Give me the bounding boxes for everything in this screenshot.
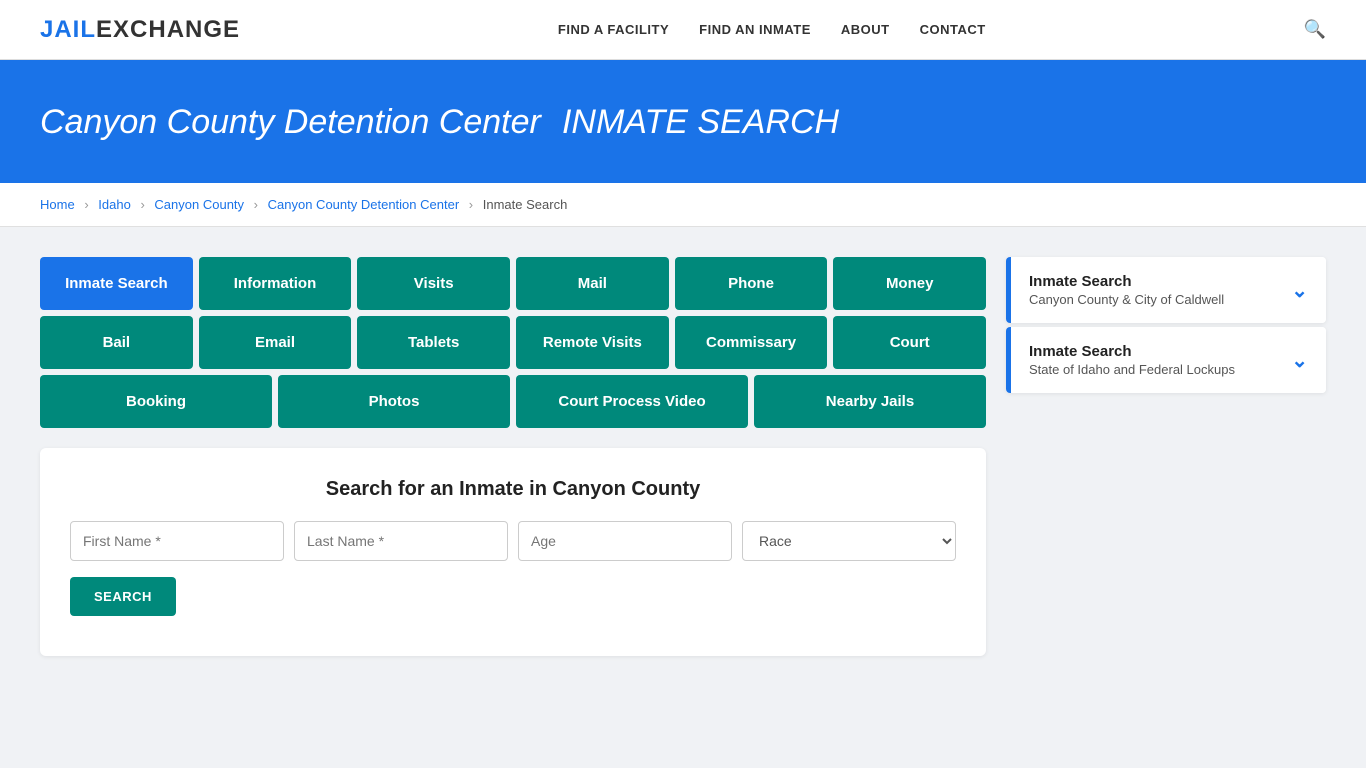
sidebar-card-subtitle-inmate-search-idaho: State of Idaho and Federal Lockups xyxy=(1029,362,1235,377)
nav-btn-court[interactable]: Court xyxy=(833,316,986,369)
search-box: Search for an Inmate in Canyon County Ra… xyxy=(40,448,986,656)
breadcrumb-home[interactable]: Home xyxy=(40,197,75,212)
nav-btn-phone[interactable]: Phone xyxy=(675,257,828,310)
sidebar-card-header-inmate-search-canyon[interactable]: Inmate Search Canyon County & City of Ca… xyxy=(1006,257,1326,323)
nav-btn-booking[interactable]: Booking xyxy=(40,375,272,428)
nav-link-find-inmate[interactable]: FIND AN INMATE xyxy=(699,22,811,37)
sidebar-card-title-inmate-search-idaho: Inmate Search xyxy=(1029,343,1235,360)
age-input[interactable] xyxy=(518,521,732,561)
left-panel: Inmate SearchInformationVisitsMailPhoneM… xyxy=(40,257,986,656)
nav-btn-visits[interactable]: Visits xyxy=(357,257,510,310)
navbar: JAILEXCHANGE FIND A FACILITY FIND AN INMA… xyxy=(0,0,1366,60)
nav-btn-inmate-search[interactable]: Inmate Search xyxy=(40,257,193,310)
site-logo[interactable]: JAILEXCHANGE xyxy=(40,16,240,44)
first-name-input[interactable] xyxy=(70,521,284,561)
race-select[interactable]: RaceWhiteBlackHispanicAsianOther xyxy=(742,521,956,561)
breadcrumb-sep2: › xyxy=(140,197,144,212)
nav-btn-commissary[interactable]: Commissary xyxy=(675,316,828,369)
nav-link-find-facility[interactable]: FIND A FACILITY xyxy=(558,22,669,37)
nav-links: FIND A FACILITY FIND AN INMATE ABOUT CONTAC… xyxy=(558,21,986,39)
search-button[interactable]: 🔍 xyxy=(1304,19,1326,40)
hero-title-main: Canyon County Detention Center xyxy=(40,103,541,141)
nav-btn-photos[interactable]: Photos xyxy=(278,375,510,428)
last-name-input[interactable] xyxy=(294,521,508,561)
nav-btn-tablets[interactable]: Tablets xyxy=(357,316,510,369)
breadcrumb-detention-center[interactable]: Canyon County Detention Center xyxy=(268,197,460,212)
chevron-down-icon-inmate-search-idaho: ⌄ xyxy=(1291,348,1308,373)
nav-buttons-grid: Inmate SearchInformationVisitsMailPhoneM… xyxy=(40,257,986,428)
nav-btn-nearby-jails[interactable]: Nearby Jails xyxy=(754,375,986,428)
breadcrumb-canyon-county[interactable]: Canyon County xyxy=(154,197,244,212)
breadcrumb: Home › Idaho › Canyon County › Canyon Co… xyxy=(0,183,1366,227)
hero-banner: Canyon County Detention Center INMATE SE… xyxy=(0,60,1366,183)
chevron-down-icon-inmate-search-canyon: ⌄ xyxy=(1291,278,1308,303)
nav-btn-information[interactable]: Information xyxy=(199,257,352,310)
right-panel: Inmate Search Canyon County & City of Ca… xyxy=(1006,257,1326,397)
nav-btn-remote-visits[interactable]: Remote Visits xyxy=(516,316,669,369)
breadcrumb-current: Inmate Search xyxy=(483,197,568,212)
breadcrumb-idaho[interactable]: Idaho xyxy=(98,197,131,212)
sidebar-card-text-inmate-search-canyon: Inmate Search Canyon County & City of Ca… xyxy=(1029,273,1224,307)
nav-btn-bail[interactable]: Bail xyxy=(40,316,193,369)
nav-btn-mail[interactable]: Mail xyxy=(516,257,669,310)
breadcrumb-sep1: › xyxy=(84,197,88,212)
sidebar-card-subtitle-inmate-search-canyon: Canyon County & City of Caldwell xyxy=(1029,292,1224,307)
nav-btn-court-process-video[interactable]: Court Process Video xyxy=(516,375,748,428)
nav-item-find-facility: FIND A FACILITY xyxy=(558,21,669,39)
sidebar-card-text-inmate-search-idaho: Inmate Search State of Idaho and Federal… xyxy=(1029,343,1235,377)
sidebar-card-inmate-search-idaho: Inmate Search State of Idaho and Federal… xyxy=(1006,327,1326,393)
breadcrumb-sep4: › xyxy=(469,197,473,212)
sidebar-card-title-inmate-search-canyon: Inmate Search xyxy=(1029,273,1224,290)
nav-link-about[interactable]: ABOUT xyxy=(841,22,890,37)
nav-link-contact[interactable]: CONTACT xyxy=(920,22,986,37)
hero-title-sub: INMATE SEARCH xyxy=(562,103,839,141)
search-submit-button[interactable]: SEARCH xyxy=(70,577,176,616)
nav-btn-money[interactable]: Money xyxy=(833,257,986,310)
logo-part1: JAIL xyxy=(40,16,96,43)
main-content: Inmate SearchInformationVisitsMailPhoneM… xyxy=(0,227,1366,686)
search-title: Search for an Inmate in Canyon County xyxy=(70,478,956,501)
nav-btn-email[interactable]: Email xyxy=(199,316,352,369)
sidebar-card-header-inmate-search-idaho[interactable]: Inmate Search State of Idaho and Federal… xyxy=(1006,327,1326,393)
sidebar-card-inmate-search-canyon: Inmate Search Canyon County & City of Ca… xyxy=(1006,257,1326,323)
breadcrumb-sep3: › xyxy=(254,197,258,212)
hero-title: Canyon County Detention Center INMATE SE… xyxy=(40,100,1326,143)
nav-item-find-inmate: FIND AN INMATE xyxy=(699,21,811,39)
logo-part2: EXCHANGE xyxy=(96,16,240,43)
search-fields: RaceWhiteBlackHispanicAsianOther xyxy=(70,521,956,561)
nav-item-contact: CONTACT xyxy=(920,21,986,39)
nav-item-about: ABOUT xyxy=(841,21,890,39)
